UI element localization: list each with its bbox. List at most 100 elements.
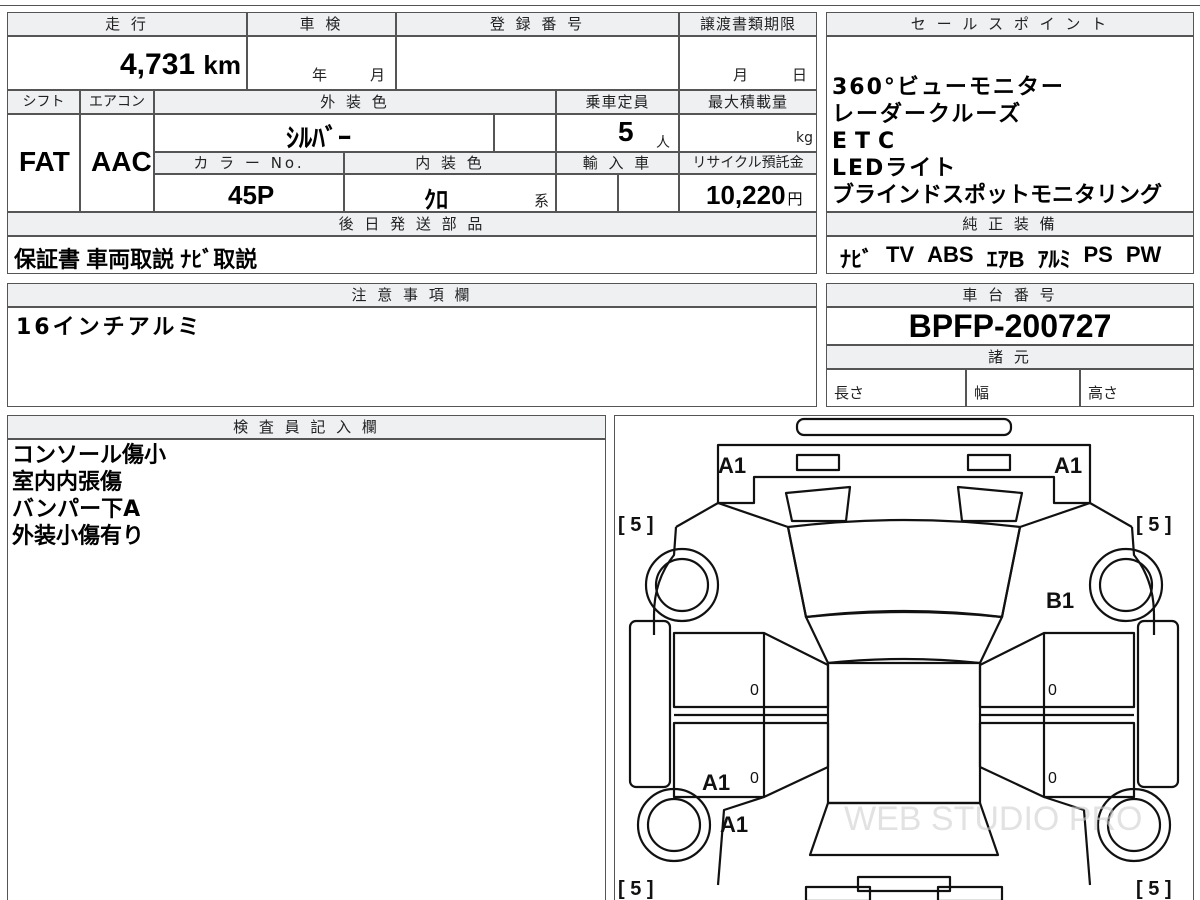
rear-lamp-left [804,885,872,900]
inspector-note: コンソール傷小 [12,443,167,468]
mark-zero-right-2: 0 [1048,770,1057,787]
inspection-year: 年 [312,66,328,84]
sales-point-item: LEDライト [832,156,958,181]
equipment-item: PW [1125,242,1162,267]
exterior-value: ｼﾙﾊﾞｰ [286,123,352,153]
mileage-unit: km [203,50,241,80]
aircon-header: エアコン [80,90,154,114]
equipment-item: ﾅﾋﾞ [840,247,874,272]
capacity-value: 5 [618,116,634,147]
spec-length-label: 長さ [834,384,865,402]
recycle-value: 10,220 円 [706,180,803,211]
rear-lamp-right [936,885,1004,900]
equipment-item: ｱﾙﾐ [1037,247,1071,272]
interior-suffix: 系 [534,192,550,210]
registration-cell [396,36,679,90]
recycle-unit: 円 [787,191,803,208]
sales-point-item: レーダークルーズ [832,102,1023,127]
caution-value: 16インチアルミ [16,315,203,340]
side-step-right [1136,619,1180,789]
inspector-note: バンパー下A [12,497,141,522]
body-front-left [675,502,719,528]
mark-front-right: A1 [1054,453,1082,478]
chassis-header: 車 台 番 号 [826,283,1194,307]
mark-tire-rl: [ 5 ] [618,878,654,900]
windshield [786,518,1022,619]
sales-points-header: セ ー ル ス ポ イ ン ト [826,12,1194,36]
tire-front-right-inner [1098,557,1154,613]
interior-value: ｸﾛ [424,187,448,214]
interior-cell [344,174,556,212]
import-cell-a [556,174,618,212]
headlight-left [795,453,841,472]
exterior-sub-cell [494,114,556,152]
mileage-header: 走 行 [7,12,247,36]
tire-front-left-inner [654,557,710,613]
sales-point-item: 360°ビューモニター [832,75,1065,100]
sales-point-item: ブラインドスポットモニタリング [832,183,1163,208]
sales-point-item: ETC [832,129,903,154]
mark-front-left: A1 [718,453,746,478]
mileage-value: 4,731 km [120,48,241,82]
sales-points-list: 360°ビューモニター レーダークルーズ ETC LEDライト ブラインドスポッ… [832,74,1192,209]
cabin-center [826,661,982,805]
tire-rear-left-inner [646,797,702,853]
inspector-header: 検 査 員 記 入 欄 [7,415,606,439]
chassis-value: BPFP-200727 [908,308,1112,344]
later-parts-value: 保証書 車両取説 ﾅﾋﾞ取説 [14,247,258,272]
transfer-month: 月 [733,66,749,84]
capacity-unit: 人 [656,135,670,151]
inspector-note: 室内内張傷 [12,470,123,495]
spec-header: 諸 元 [826,345,1194,369]
mirror-left [784,485,852,523]
later-parts-header: 後 日 発 送 部 品 [7,212,817,236]
genuine-equipment-list: ﾅﾋﾞ TV ABS ｴｱB ｱﾙﾐ PS PW [840,242,1190,274]
shift-value: FAT [19,146,70,177]
equipment-item: ｴｱB [986,247,1025,272]
transfer-header: 譲渡書類期限 [679,12,817,36]
mark-rear-left-2: A1 [720,812,748,837]
equipment-item: TV [886,242,915,267]
registration-header: 登 録 番 号 [396,12,679,36]
door-front-right [978,631,1136,709]
door-rear-right [978,721,1136,799]
watermark: WEB STUDIO PRO [844,800,1142,838]
rear-body-left [716,795,765,886]
maxload-header: 最大積載量 [679,90,817,114]
maxload-unit: kg [796,130,813,146]
inspection-month: 月 [370,66,386,84]
color-no-value: 45P [228,180,275,210]
import-header: 輸 入 車 [556,152,679,174]
capacity-header: 乗車定員 [556,90,679,114]
transfer-day: 日 [792,66,808,84]
mark-zero-left-1: 0 [750,682,759,699]
color-no-header: カ ラ ー No. [154,152,344,174]
mark-tire-rr: [ 5 ] [1136,878,1172,900]
exterior-header: 外 装 色 [154,90,556,114]
inspector-notes: コンソール傷小 室内内張傷 バンパー下A 外装小傷有り [12,442,166,550]
spec-width-label: 幅 [974,384,990,402]
mark-right-door: B1 [1046,588,1074,613]
roof [804,610,1004,665]
recycle-amount: 10,220 [706,180,786,210]
genuine-equipment-header: 純 正 装 備 [826,212,1194,236]
aircon-value: AAC [91,146,152,177]
recycle-header: リサイクル預託金 [679,152,817,174]
mark-zero-left-2: 0 [750,770,759,787]
mirror-right [956,485,1024,523]
caution-header: 注 意 事 項 欄 [7,283,817,307]
mark-tire-fl: [ 5 ] [618,514,654,536]
mileage-number: 4,731 [120,48,196,81]
hood-outline [716,443,1092,505]
mark-rear-left-1: A1 [702,770,730,795]
inspection-header: 車 検 [247,12,396,36]
mark-zero-right-1: 0 [1048,682,1057,699]
import-cell-b [618,174,679,212]
front-bumper [795,417,1013,437]
side-step-left [628,619,672,789]
car-diagram: A1 A1 B1 A1 A1 [ 5 ] [ 5 ] [ 5 ] [ 5 ] 0… [618,417,1180,900]
interior-header: 内 装 色 [344,152,556,174]
mark-tire-fr: [ 5 ] [1136,514,1172,536]
shift-header: シフト [7,90,80,114]
spec-height-label: 高さ [1088,384,1119,402]
